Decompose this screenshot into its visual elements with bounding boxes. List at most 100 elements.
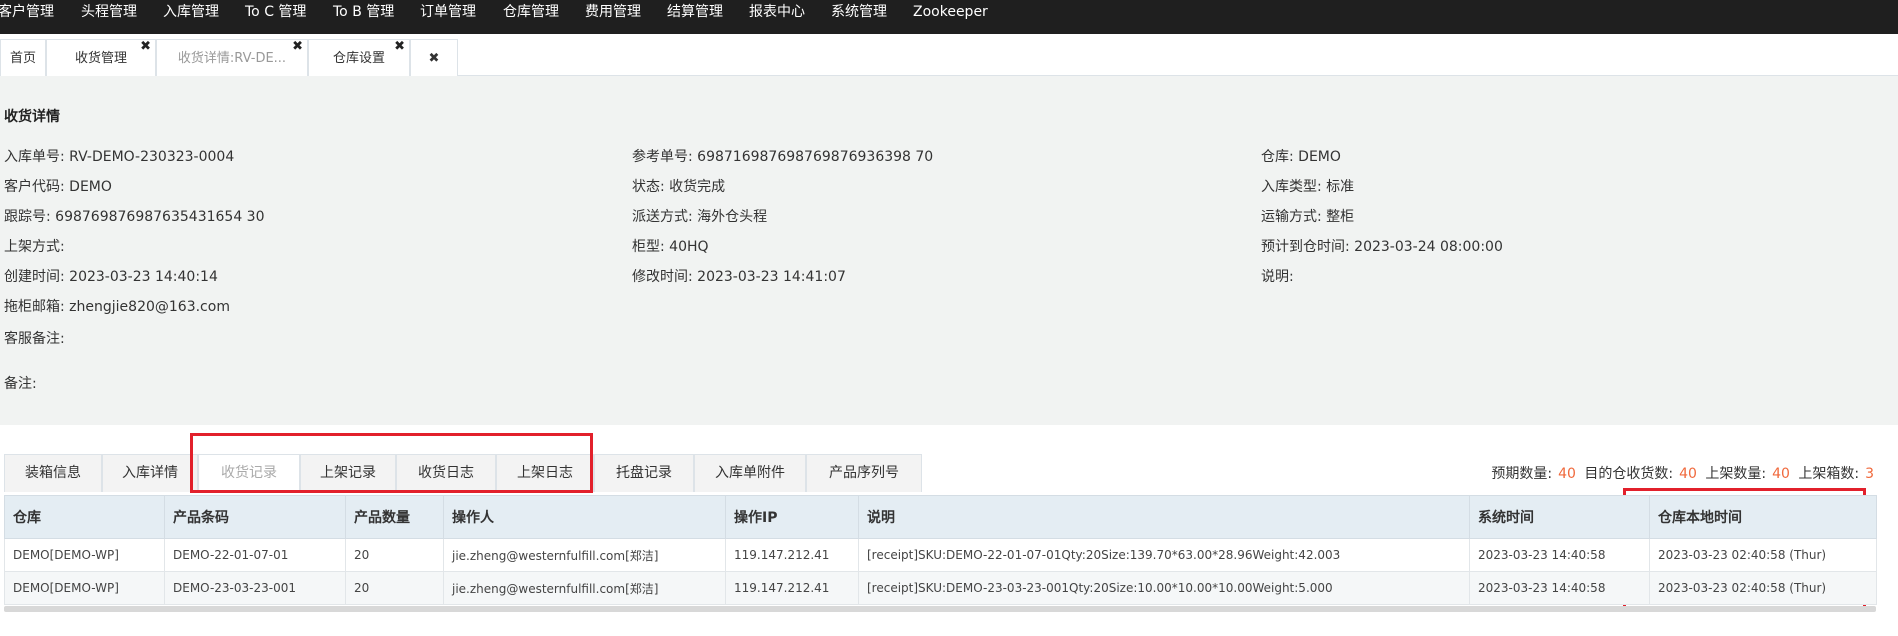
field-value: 2023-03-24 08:00:00 bbox=[1354, 239, 1503, 255]
field-value: 海外仓头程 bbox=[697, 209, 768, 225]
nav-toc-management[interactable]: To C 管理 bbox=[245, 0, 306, 24]
subtab-product-serial-no[interactable]: 产品序列号 bbox=[806, 454, 922, 492]
subtab-putaway-log[interactable]: 上架日志 bbox=[496, 454, 594, 492]
field-value: DEMO bbox=[69, 179, 112, 195]
subtab-pallet-record[interactable]: 托盘记录 bbox=[594, 454, 694, 492]
close-icon[interactable]: ✖ bbox=[394, 37, 405, 57]
nav-inbound-management[interactable]: 入库管理 bbox=[163, 0, 219, 24]
column-header-description[interactable]: 说明 bbox=[858, 495, 1470, 539]
tab-home[interactable]: 首页 bbox=[0, 39, 46, 76]
close-icon[interactable]: ✖ bbox=[292, 37, 303, 57]
field-status: 状态: 收货完成 bbox=[632, 176, 725, 196]
close-all-icon: ✖ bbox=[428, 51, 440, 66]
field-label: 仓库: bbox=[1261, 149, 1294, 165]
received-qty-label: 目的仓收货数: bbox=[1584, 466, 1674, 482]
field-label: 状态: bbox=[632, 179, 665, 195]
table-row[interactable]: DEMO[DEMO-WP] DEMO-22-01-07-01 20 jie.zh… bbox=[4, 538, 1877, 572]
field-value: RV-DEMO-230323-0004 bbox=[69, 149, 235, 165]
tab-receiving-management-label: 收货管理 bbox=[74, 51, 127, 66]
field-transport-method: 运输方式: 整柜 bbox=[1261, 206, 1354, 226]
field-value: 40HQ bbox=[669, 239, 709, 255]
cell-operator-ip: 119.147.212.41 bbox=[725, 538, 859, 572]
field-value: DEMO bbox=[1298, 149, 1341, 165]
nav-order-management[interactable]: 订单管理 bbox=[420, 0, 476, 24]
nav-zookeeper[interactable]: Zookeeper bbox=[913, 0, 988, 24]
expected-qty-value: 40 bbox=[1558, 466, 1576, 482]
field-tracking-no: 跟踪号: 698769876987635431654 30 bbox=[4, 206, 265, 226]
table-header-row: 仓库 产品条码 产品数量 操作人 操作IP 说明 系统时间 仓库本地时间 bbox=[4, 495, 1877, 539]
cell-warehouse: DEMO[DEMO-WP] bbox=[4, 538, 165, 572]
field-label: 说明: bbox=[1261, 269, 1294, 285]
nav-report-center[interactable]: 报表中心 bbox=[749, 0, 805, 24]
subtab-putaway-record[interactable]: 上架记录 bbox=[300, 454, 396, 492]
field-label: 创建时间: bbox=[4, 269, 65, 285]
field-label: 参考单号: bbox=[632, 149, 693, 165]
cell-product-barcode: DEMO-22-01-07-01 bbox=[164, 538, 346, 572]
field-label: 跟踪号: bbox=[4, 209, 51, 225]
nav-tob-management[interactable]: To B 管理 bbox=[333, 0, 394, 24]
column-header-warehouse[interactable]: 仓库 bbox=[4, 495, 165, 539]
subtab-inbound-attachments[interactable]: 入库单附件 bbox=[694, 454, 806, 492]
tab-receiving-management[interactable]: 收货管理 ✖ bbox=[46, 39, 156, 76]
field-label: 修改时间: bbox=[632, 269, 693, 285]
field-value: zhengjie820@163.com bbox=[69, 299, 230, 315]
putaway-qty-value: 40 bbox=[1772, 466, 1790, 482]
tab-warehouse-settings[interactable]: 仓库设置 ✖ bbox=[308, 39, 410, 76]
subtab-receiving-log[interactable]: 收货日志 bbox=[396, 454, 496, 492]
nav-settlement-management[interactable]: 结算管理 bbox=[667, 0, 723, 24]
putaway-qty-label: 上架数量: bbox=[1705, 466, 1767, 482]
column-header-warehouse-local-time[interactable]: 仓库本地时间 bbox=[1649, 495, 1877, 539]
subtab-inbound-detail[interactable]: 入库详情 bbox=[102, 454, 198, 492]
cell-warehouse: DEMO[DEMO-WP] bbox=[4, 571, 165, 605]
putaway-boxes-label: 上架箱数: bbox=[1798, 466, 1860, 482]
field-label: 备注: bbox=[4, 376, 37, 392]
tab-receiving-detail[interactable]: 收货详情:RV-DE... ✖ bbox=[156, 39, 308, 76]
close-icon[interactable]: ✖ bbox=[140, 37, 151, 57]
table-row[interactable]: DEMO[DEMO-WP] DEMO-23-03-23-001 20 jie.z… bbox=[4, 571, 1877, 605]
column-header-operator[interactable]: 操作人 bbox=[443, 495, 726, 539]
field-description: 说明: bbox=[1261, 266, 1294, 286]
nav-first-leg-management[interactable]: 头程管理 bbox=[81, 0, 137, 24]
tab-warehouse-settings-label: 仓库设置 bbox=[332, 51, 385, 66]
subtab-packing-info[interactable]: 装箱信息 bbox=[4, 454, 102, 492]
received-qty-value: 40 bbox=[1679, 466, 1697, 482]
column-header-system-time[interactable]: 系统时间 bbox=[1469, 495, 1650, 539]
field-label: 运输方式: bbox=[1261, 209, 1322, 225]
cell-description: [receipt]SKU:DEMO-22-01-07-01Qty:20Size:… bbox=[858, 538, 1470, 572]
field-label: 入库单号: bbox=[4, 149, 65, 165]
nav-system-management[interactable]: 系统管理 bbox=[831, 0, 887, 24]
column-header-product-barcode[interactable]: 产品条码 bbox=[164, 495, 346, 539]
page-tab-bar: 首页 收货管理 ✖ 收货详情:RV-DE... ✖ 仓库设置 ✖ ✖ bbox=[0, 34, 1898, 76]
tab-home-label: 首页 bbox=[9, 51, 36, 66]
nav-warehouse-management[interactable]: 仓库管理 bbox=[503, 0, 559, 24]
field-label: 拖柜邮箱: bbox=[4, 299, 65, 315]
cell-warehouse-local-time: 2023-03-23 02:40:58 (Thur) bbox=[1649, 571, 1877, 605]
field-value: 收货完成 bbox=[669, 179, 726, 195]
cell-product-barcode: DEMO-23-03-23-001 bbox=[164, 571, 346, 605]
field-value: 标准 bbox=[1326, 179, 1355, 195]
field-customer-code: 客户代码: DEMO bbox=[4, 176, 112, 196]
field-label: 预计到仓时间: bbox=[1261, 239, 1350, 255]
field-container-type: 柜型: 40HQ bbox=[632, 236, 709, 256]
subtab-receiving-record[interactable]: 收货记录 bbox=[198, 454, 300, 492]
cell-product-qty: 20 bbox=[345, 538, 444, 572]
nav-customer-management[interactable]: 客户管理 bbox=[0, 0, 54, 24]
horizontal-scrollbar[interactable] bbox=[4, 606, 1876, 612]
cell-system-time: 2023-03-23 14:40:58 bbox=[1469, 571, 1650, 605]
column-header-product-qty[interactable]: 产品数量 bbox=[345, 495, 444, 539]
column-header-operator-ip[interactable]: 操作IP bbox=[725, 495, 859, 539]
tab-receiving-detail-label: 收货详情:RV-DE... bbox=[177, 51, 287, 66]
field-cs-remark: 客服备注: bbox=[4, 328, 65, 348]
field-label: 入库类型: bbox=[1261, 179, 1322, 195]
field-value: 整柜 bbox=[1326, 209, 1355, 225]
field-remark: 备注: bbox=[4, 373, 37, 393]
field-inbound-type: 入库类型: 标准 bbox=[1261, 176, 1354, 196]
field-value: 698716987698769876936398 70 bbox=[697, 149, 934, 165]
field-value: 698769876987635431654 30 bbox=[55, 209, 265, 225]
close-all-tabs-button[interactable]: ✖ bbox=[410, 39, 458, 76]
nav-fee-management[interactable]: 费用管理 bbox=[585, 0, 641, 24]
putaway-boxes-value: 3 bbox=[1865, 466, 1874, 482]
top-navigation-bar: 客户管理 头程管理 入库管理 To C 管理 To B 管理 订单管理 仓库管理… bbox=[0, 0, 1898, 34]
field-label: 客户代码: bbox=[4, 179, 65, 195]
receiving-records-table: 仓库 产品条码 产品数量 操作人 操作IP 说明 系统时间 仓库本地时间 DEM… bbox=[4, 495, 1877, 605]
